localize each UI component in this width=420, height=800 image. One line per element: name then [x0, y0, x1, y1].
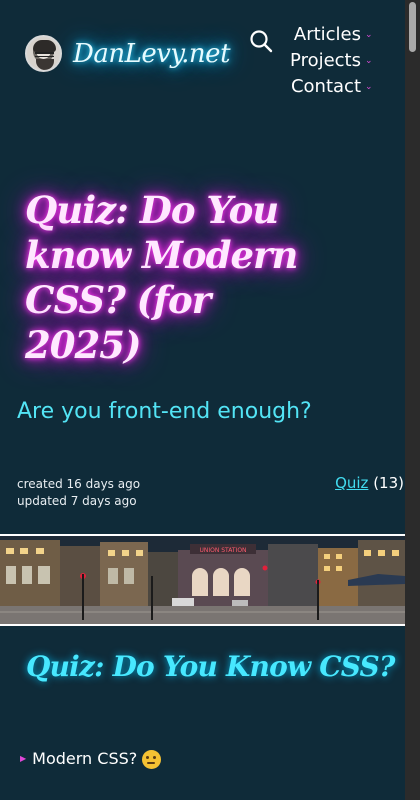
tag-count: (13) — [373, 474, 404, 492]
list-item-label: Modern CSS? — [32, 749, 138, 768]
search-icon[interactable] — [249, 29, 273, 53]
nav-articles-label: Articles — [293, 24, 361, 45]
scrollbar-thumb[interactable] — [409, 2, 416, 52]
nav-articles[interactable]: Articles ⌄ — [294, 22, 375, 48]
updated-date: updated 7 days ago — [17, 494, 137, 508]
nav-projects[interactable]: Projects ⌄ — [290, 48, 375, 74]
chevron-down-icon: ⌄ — [365, 30, 373, 40]
post-dates: created 16 days ago updated 7 days ago — [17, 476, 140, 510]
section-title: Quiz: Do You Know CSS? — [26, 650, 395, 683]
page: DanLevy.net Articles ⌄ Projects ⌄ Contac… — [0, 0, 405, 800]
list-item[interactable]: ▶ Modern CSS? — [20, 748, 162, 770]
tag-link-quiz[interactable]: Quiz — [335, 474, 368, 492]
page-subtitle: Are you front-end enough? — [17, 399, 312, 424]
category-tag: Quiz (13) — [335, 474, 404, 492]
site-name: DanLevy.net — [73, 38, 231, 69]
avatar — [25, 35, 62, 72]
triangle-right-icon: ▶ — [20, 754, 27, 763]
page-title: Quiz: Do You know Modern CSS? (for 2025) — [25, 188, 298, 367]
quiz-list: ▶ Modern CSS? — [20, 748, 162, 792]
scrollbar[interactable] — [405, 0, 420, 800]
home-link[interactable]: DanLevy.net — [25, 35, 231, 72]
chevron-down-icon: ⌄ — [365, 82, 373, 92]
hero-banner-image: UNION STATION — [0, 534, 405, 626]
nav-contact-label: Contact — [290, 76, 361, 97]
nav-projects-label: Projects — [290, 50, 361, 71]
main-nav: Articles ⌄ Projects ⌄ Contact ⌄ — [290, 22, 375, 100]
nav-contact[interactable]: Contact ⌄ — [291, 74, 375, 100]
svg-text:UNION STATION: UNION STATION — [199, 547, 246, 554]
chevron-down-icon: ⌄ — [365, 56, 373, 66]
thinking-face-icon — [142, 749, 162, 769]
created-date: created 16 days ago — [17, 477, 141, 491]
